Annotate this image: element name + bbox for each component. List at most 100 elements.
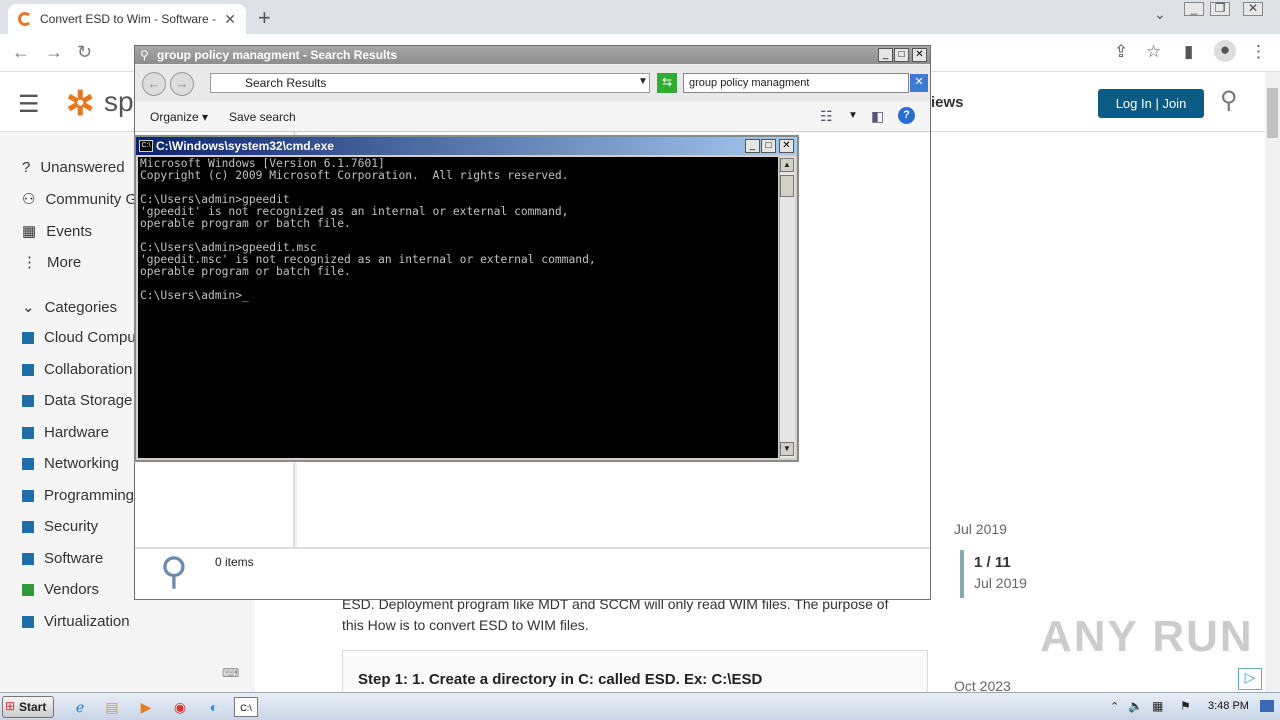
explorer-details-pane [135,547,930,599]
cmd-minimize-icon[interactable]: _ [745,139,760,153]
keyboard-icon[interactable]: ⌨ [222,666,239,680]
category-label: Collaboration [44,361,133,378]
cmd-scroll-thumb[interactable] [780,175,794,197]
page-scroll-thumb[interactable] [1267,88,1278,138]
minimize-icon[interactable]: _ [1184,2,1204,16]
timeline-counter-date: Jul 2019 [974,575,1027,591]
explorer-search-input[interactable]: group policy managment [683,73,909,93]
category-virtualization[interactable]: Virtualization [22,613,130,630]
category-color-icon [22,457,34,470]
category-label: Cloud Compu [44,329,136,346]
taskbar [0,692,1280,720]
save-search-label: Save search [229,110,296,124]
view-dropdown-icon[interactable]: ▼ [848,110,858,121]
refresh-icon[interactable]: ⇆ [657,73,677,93]
forward-arrow-icon[interactable]: → [45,42,63,63]
sidebar-label: Events [46,222,93,240]
sidebar-item-unanswered[interactable]: ? Unanswered [22,159,125,176]
category-vendors[interactable]: Vendors [22,581,99,598]
action-center-icon[interactable]: ⚑ [1180,699,1191,713]
article-text-2: this How is to convert ESD to WIM files. [342,617,589,633]
category-label: Data Storage [44,392,133,409]
scroll-up-icon[interactable]: ▲ [780,158,794,172]
hamburger-menu-icon[interactable]: ☰ [18,90,40,119]
preview-pane-icon[interactable]: ◧ [871,108,884,125]
ad-choices-icon[interactable]: ▷ [1238,668,1262,690]
category-hardware[interactable]: Hardware [22,424,109,441]
clear-search-icon[interactable]: ✕ [910,74,928,92]
category-label: Software [44,550,104,567]
share-icon[interactable]: ⇪ [1114,42,1128,62]
sidebar-label: Unanswered [40,159,125,176]
close-tab-icon[interactable]: ✕ [224,11,236,28]
edge-icon[interactable]: ◐ [202,697,226,717]
restore-icon[interactable]: ❐ [1210,2,1230,16]
header-nav-fragment[interactable]: iews [931,94,964,111]
category-networking[interactable]: Networking [22,455,119,472]
back-arrow-icon[interactable]: ← [12,42,30,63]
explorer-minimize-icon[interactable]: _ [878,48,893,62]
reload-icon[interactable]: ↻ [77,42,92,63]
menu-kebab-icon[interactable]: ⋮ [1250,42,1267,62]
cmd-taskbar-icon[interactable]: C:\ [234,697,258,717]
new-tab-button[interactable]: + [258,5,271,31]
cmd-console-output[interactable]: Microsoft Windows [Version 6.1.7601] Cop… [138,157,778,458]
forward-arrow-icon[interactable]: → [170,72,194,96]
folder-icon[interactable]: ▤ [100,697,124,717]
sidebar-icon[interactable]: ▮ [1184,42,1193,62]
back-arrow-icon[interactable]: ← [142,72,166,96]
sidebar-item-more[interactable]: ⋮ More [22,253,82,272]
help-icon[interactable]: ? [898,107,915,124]
category-color-icon [22,331,34,344]
explorer-address-field[interactable]: Search Results [210,73,650,93]
category-cloud[interactable]: Cloud Compu [22,329,136,346]
scroll-down-icon[interactable]: ▼ [780,442,794,456]
show-desktop-icon[interactable] [1260,700,1274,712]
category-programming[interactable]: Programming [22,487,134,504]
login-join-button[interactable]: Log In | Join [1098,89,1204,118]
category-data-storage[interactable]: Data Storage [22,392,132,409]
categories-toggle[interactable]: ⌄ Categories [22,298,117,317]
sidebar-label: More [47,253,82,271]
browser-tab[interactable]: Convert ESD to Wim - Software - Sp ✕ [8,4,246,34]
category-label: Networking [44,455,120,472]
view-options-icon[interactable]: ☷ [820,108,833,125]
tray-expand-icon[interactable]: ⌃ [1110,700,1119,713]
search-value: group policy managment [689,77,810,89]
tab-search-chevron-icon[interactable]: ⌄ [1154,6,1166,23]
cmd-titlebar[interactable]: C:\Windows\system32\cmd.exe [136,137,797,155]
clock[interactable]: 3:48 PM [1208,700,1249,712]
category-software[interactable]: Software [22,550,103,567]
login-label: Log In | Join [1115,96,1187,111]
explorer-titlebar[interactable]: group policy managment - Search Results [135,46,930,64]
chevron-down-icon: ⌄ [22,299,35,316]
cmd-close-icon[interactable]: ✕ [779,139,794,153]
network-icon[interactable]: ▦ [1152,699,1163,713]
timeline-handle[interactable] [960,550,964,598]
address-dropdown-icon[interactable]: ▼ [638,76,648,87]
profile-avatar-icon[interactable]: ● [1214,40,1236,62]
explorer-title: group policy managment - Search Results [157,48,398,62]
close-window-icon[interactable]: ✕ [1243,2,1263,16]
page-scrollbar[interactable] [1265,72,1280,692]
spiceworks-logo-icon[interactable]: ✲ [66,84,95,124]
chrome-icon[interactable]: ◉ [168,697,192,717]
sidebar-item-community[interactable]: ⚇ Community G [22,190,137,209]
cmd-scrollbar[interactable] [779,157,795,458]
media-player-icon[interactable]: ▶ [134,697,158,717]
category-color-icon [22,583,34,596]
organize-menu[interactable]: Organize ▾ [150,110,208,124]
category-color-icon [22,489,34,502]
category-security[interactable]: Security [22,518,98,535]
explorer-close-icon[interactable]: ✕ [912,48,927,62]
timeline-top-date[interactable]: Jul 2019 [954,521,1007,537]
category-collaboration[interactable]: Collaboration [22,361,132,378]
sidebar-item-events[interactable]: ▦ Events [22,222,93,241]
explorer-maximize-icon[interactable]: □ [894,48,909,62]
save-search-button[interactable]: Save search [229,110,296,124]
bookmark-star-icon[interactable]: ☆ [1146,42,1161,62]
volume-icon[interactable]: 🔈 [1128,699,1143,713]
cmd-maximize-icon[interactable]: □ [761,139,776,153]
ie-icon[interactable]: ℯ [68,697,92,717]
search-icon[interactable]: ⚲ [1220,86,1238,115]
